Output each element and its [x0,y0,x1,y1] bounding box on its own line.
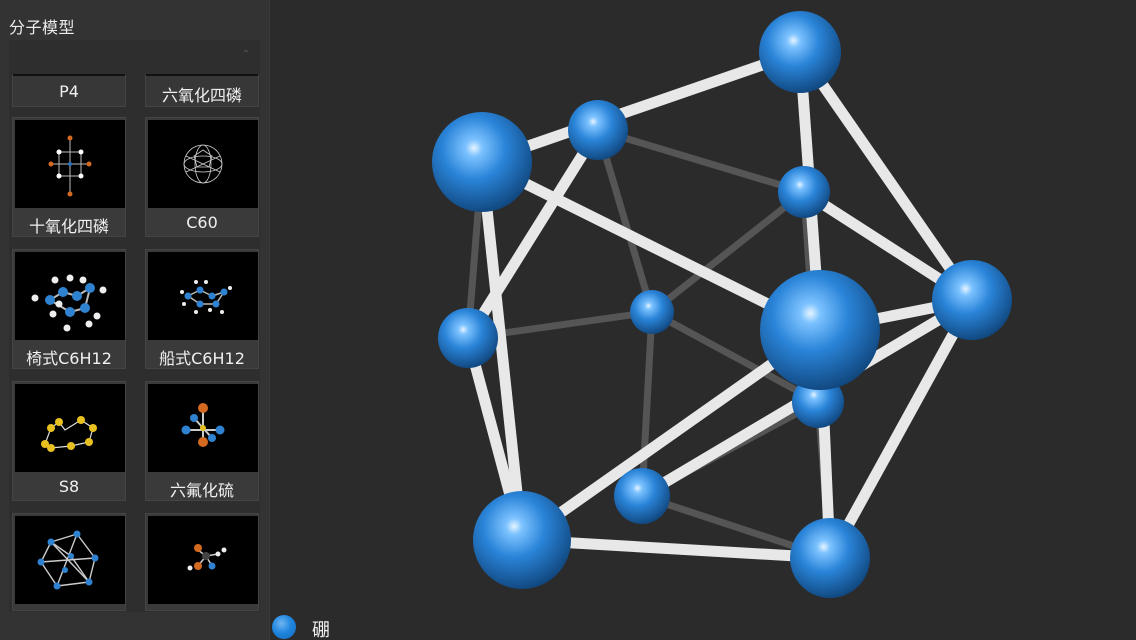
molecule-item-label: P4 [59,82,79,101]
molecule-item-label: 十氧化四磷 [28,217,109,236]
sf6-thumbnail [148,384,258,472]
molecule-item-sf6[interactable]: 六氟化硫 [145,381,259,501]
molecule-item-p4o6[interactable]: 六氧化四磷 [145,74,259,107]
boron-color-swatch [272,615,296,639]
thumbnail-edge [13,74,125,76]
molecule-item-c60[interactable]: C60 [145,117,259,237]
b12-icosahedron-model [432,11,1012,598]
panel-title: 分子模型 [9,18,76,37]
thumbnail-edge [146,74,258,76]
molecule-item-label: 六氟化硫 [169,481,234,500]
molecule-item-p4[interactable]: P4 [12,74,126,107]
c60-thumbnail [148,120,258,208]
small-molecule-thumbnail [148,516,258,604]
molecule-item-label: 六氧化四磷 [161,86,242,105]
molecule-item-small[interactable] [145,513,259,611]
molecule-list[interactable]: ⌃ P4 六氧化四磷 十氧化四磷 C60 椅式C6H12 船式C6H12 S8 … [9,40,260,612]
molecule-item-p4o10[interactable]: 十氧化四磷 [12,117,126,237]
molecule-list-panel: 分子模型 ⌃ P4 六氧化四磷 十氧化四磷 C60 椅式C6H12 船式C6H1… [0,0,270,640]
molecule-item-s8[interactable]: S8 [12,381,126,501]
s8-thumbnail [15,384,125,472]
scroll-up-icon[interactable]: ⌃ [240,50,252,60]
p4o10-thumbnail [15,120,125,208]
molecule-3d-viewer[interactable] [270,0,1136,640]
molecule-item-b12[interactable] [12,513,126,611]
molecule-item-boat-c6h12[interactable]: 船式C6H12 [145,249,259,369]
b12-thumbnail [15,516,125,604]
molecule-item-label: S8 [58,477,80,496]
molecule-item-label: 椅式C6H12 [26,349,112,368]
molecule-item-chair-c6h12[interactable]: 椅式C6H12 [12,249,126,369]
chair-cyclohexane-thumbnail [15,252,125,340]
molecule-item-label: C60 [186,213,218,232]
boat-cyclohexane-thumbnail [148,252,258,340]
legend-element-label: 硼 [312,620,330,640]
molecule-item-label: 船式C6H12 [159,349,245,368]
app-window: 分子模型 ⌃ P4 六氧化四磷 十氧化四磷 C60 椅式C6H12 船式C6H1… [0,0,1136,640]
